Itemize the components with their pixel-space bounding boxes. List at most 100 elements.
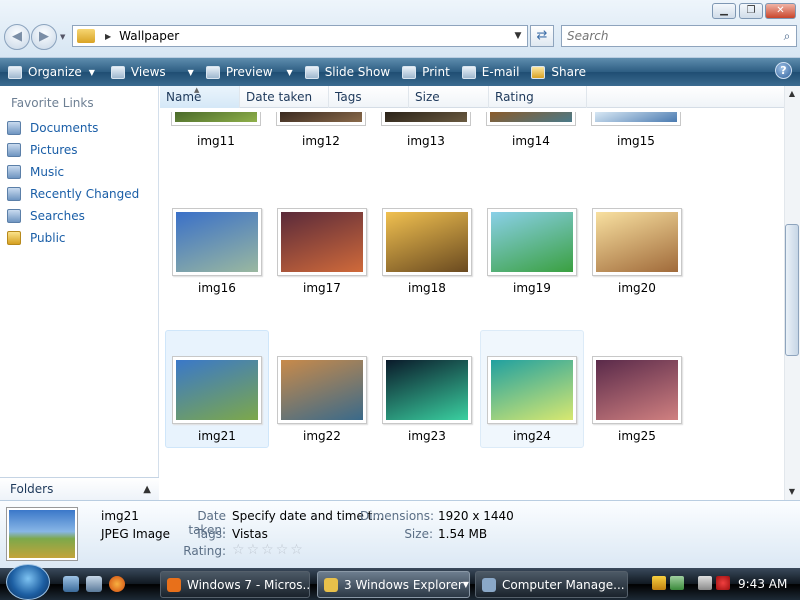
address-dropdown-icon[interactable]: ▼	[509, 31, 527, 41]
scroll-down-arrow-icon[interactable]: ▼	[784, 484, 800, 500]
column-tags-label: Tags	[335, 90, 362, 104]
taskbar-button[interactable]: Computer Manage...	[475, 571, 628, 598]
network-icon[interactable]	[670, 576, 684, 590]
folders-label: Folders	[10, 482, 54, 496]
column-tags[interactable]: Tags	[329, 86, 409, 108]
file-item[interactable]: img25	[585, 330, 689, 448]
sidebar-item-label: Recently Changed	[30, 187, 140, 201]
views-button[interactable]: Views ▼	[105, 58, 200, 86]
file-item[interactable]: img16	[165, 182, 269, 300]
file-thumbnail-partial[interactable]	[276, 112, 366, 126]
star-icon[interactable]: ☆	[247, 542, 260, 558]
file-name[interactable]: img12	[276, 134, 366, 148]
security-shield-icon[interactable]	[652, 576, 666, 590]
minimize-button[interactable]: ▁	[712, 3, 736, 19]
column-size[interactable]: Size	[409, 86, 489, 108]
rating-stars[interactable]: ☆ ☆ ☆ ☆ ☆	[232, 542, 305, 558]
share-button[interactable]: Share	[525, 58, 592, 86]
views-icon	[110, 65, 125, 79]
refresh-button[interactable]: ⇄	[530, 25, 554, 47]
star-icon[interactable]: ☆	[261, 542, 274, 558]
tags-value[interactable]: Vistas	[232, 527, 268, 541]
file-thumbnail-partial[interactable]	[381, 112, 471, 126]
file-thumbnail	[172, 356, 262, 424]
image-preview	[281, 360, 363, 420]
organize-button[interactable]: Organize ▼	[0, 58, 101, 86]
sidebar-item-searches[interactable]: Searches	[7, 206, 85, 226]
print-button[interactable]: Print	[396, 58, 456, 86]
search-icon[interactable]: ⌕	[778, 29, 796, 44]
taskbar-button[interactable]: 3 Windows Explorer ▼	[317, 571, 470, 598]
file-thumbnail-partial[interactable]	[486, 112, 576, 126]
star-icon[interactable]: ☆	[276, 542, 289, 558]
volume-muted-icon[interactable]	[716, 576, 730, 590]
image-preview	[596, 212, 678, 272]
forward-button[interactable]: ▶	[31, 24, 57, 50]
image-preview	[491, 360, 573, 420]
breadcrumb-wallpaper[interactable]: Wallpaper	[119, 29, 179, 43]
file-name[interactable]: img15	[591, 134, 681, 148]
file-name: img22	[303, 429, 341, 443]
switch-windows-icon[interactable]	[86, 576, 102, 592]
image-preview	[175, 112, 257, 122]
preview-button[interactable]: Preview ▼	[200, 58, 299, 86]
file-item[interactable]: img19	[480, 182, 584, 300]
start-button[interactable]	[6, 564, 50, 600]
firefox-quicklaunch-icon[interactable]	[109, 576, 125, 592]
star-icon[interactable]: ☆	[290, 542, 303, 558]
size-value: 1.54 MB	[438, 527, 488, 541]
email-icon	[461, 65, 476, 79]
clock[interactable]: 9:43 AM	[738, 577, 787, 591]
maximize-button[interactable]: ❐	[739, 3, 763, 19]
file-item[interactable]: img20	[585, 182, 689, 300]
file-thumbnail-partial[interactable]	[171, 112, 261, 126]
email-button[interactable]: E-mail	[456, 58, 526, 86]
image-preview	[281, 212, 363, 272]
search-input[interactable]	[562, 29, 778, 43]
column-date-taken-label: Date taken	[246, 90, 313, 104]
file-item[interactable]: img24	[480, 330, 584, 448]
slideshow-button[interactable]: Slide Show	[299, 58, 396, 86]
help-button[interactable]: ?	[775, 62, 792, 79]
file-item[interactable]: img21	[165, 330, 269, 448]
firefox-icon	[167, 577, 181, 592]
column-rating[interactable]: Rating	[489, 86, 587, 108]
scroll-up-arrow-icon[interactable]: ▲	[784, 86, 800, 102]
file-name[interactable]: img14	[486, 134, 576, 148]
sidebar-item-pictures[interactable]: Pictures	[7, 140, 78, 160]
sidebar-item-music[interactable]: Music	[7, 162, 64, 182]
column-name[interactable]: ▲ Name	[160, 86, 240, 108]
image-preview	[386, 212, 468, 272]
recent-pages-dropdown[interactable]: ▼	[60, 33, 65, 41]
monitor-icon[interactable]	[698, 576, 712, 590]
file-item[interactable]: img23	[375, 330, 479, 448]
file-thumbnail-partial[interactable]	[591, 112, 681, 126]
sidebar-item-public[interactable]: Public	[7, 228, 66, 248]
close-button[interactable]: ✕	[765, 3, 796, 19]
folders-bar[interactable]: Folders ▲	[0, 477, 159, 500]
file-name[interactable]: img11	[171, 134, 261, 148]
breadcrumb-arrow-icon[interactable]: ▶	[105, 32, 111, 41]
sidebar-item-recently-changed[interactable]: Recently Changed	[7, 184, 139, 204]
folder-icon	[77, 29, 95, 43]
show-desktop-icon[interactable]	[63, 576, 79, 592]
file-name: img19	[513, 281, 551, 295]
column-date-taken[interactable]: Date taken	[240, 86, 329, 108]
taskbar-button[interactable]: Windows 7 - Micros...	[160, 571, 310, 598]
details-thumbnail	[6, 507, 78, 561]
sidebar-item-label: Searches	[30, 209, 85, 223]
scrollbar-thumb[interactable]	[785, 224, 799, 356]
sidebar-item-documents[interactable]: Documents	[7, 118, 98, 138]
file-item[interactable]: img17	[270, 182, 374, 300]
column-size-label: Size	[415, 90, 440, 104]
search-box[interactable]: ⌕	[561, 25, 797, 47]
file-name[interactable]: img13	[381, 134, 471, 148]
back-button[interactable]: ◀	[4, 24, 30, 50]
rating-label: Rating:	[183, 544, 226, 558]
address-bar[interactable]: ▶ Wallpaper ▼	[72, 25, 528, 47]
image-preview	[176, 212, 258, 272]
star-icon[interactable]: ☆	[232, 542, 245, 558]
image-preview	[490, 112, 572, 122]
file-item[interactable]: img18	[375, 182, 479, 300]
file-item[interactable]: img22	[270, 330, 374, 448]
